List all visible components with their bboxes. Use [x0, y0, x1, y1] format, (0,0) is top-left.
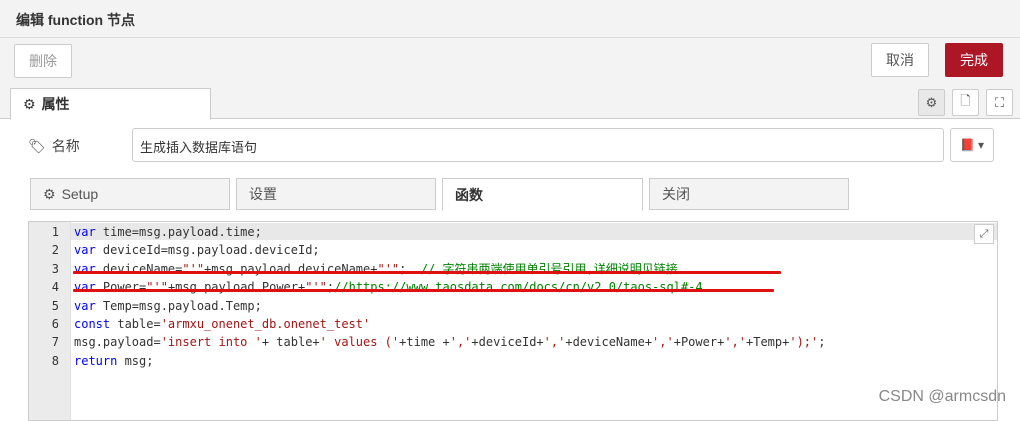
appearance-button[interactable]: ⛶ — [986, 89, 1013, 116]
tab-function[interactable]: 函数 — [442, 178, 643, 211]
annotation-underline-1 — [73, 271, 781, 274]
code-string: 'armxu_onenet_db.onenet_test' — [160, 317, 371, 331]
code-line: var deviceId=msg.payload.deviceId; — [74, 241, 320, 259]
code-line: msg.payload='insert into '+ table+' valu… — [74, 333, 826, 351]
code-line: var Temp=msg.payload.Temp; — [74, 297, 262, 315]
gear-icon: ⚙ — [23, 95, 36, 112]
code-string: ' values (' — [319, 335, 400, 350]
tag-icon: 🏷 — [28, 137, 46, 154]
line-number: 1 — [51, 225, 59, 239]
code-string: ');' — [789, 335, 819, 350]
tab-properties-label: 属性 — [41, 96, 70, 112]
expand-editor-button[interactable]: ⤢ — [974, 224, 994, 244]
frame-icon: ⛶ — [994, 94, 1005, 110]
settings-gear-button[interactable]: ⚙ — [918, 89, 945, 116]
line-number: 6 — [51, 317, 59, 331]
tab-bar: ⚙ 属性 ⚙ 🗋 ⛶ — [0, 86, 1020, 120]
code-text: +time + — [399, 335, 450, 350]
code-text: Temp=msg.payload.Temp; — [95, 298, 262, 313]
dialog-toolbar: 删除 取消 完成 — [0, 38, 1020, 86]
code-text: +msg.payload.Power+ — [167, 280, 306, 295]
done-button[interactable]: 完成 — [945, 43, 1003, 77]
code-string: ',' — [543, 335, 566, 350]
code-text: msg; — [117, 353, 154, 368]
code-string: "'" — [146, 280, 168, 295]
name-label: 🏷 名称 — [28, 137, 80, 155]
code-keyword: var — [74, 280, 96, 295]
function-subtabs: ⚙ Setup 设置 函数 关闭 — [30, 178, 990, 211]
name-row: 🏷 名称 生成插入数据库语句 📕 ▾ — [0, 128, 1020, 164]
code-string: "'" — [305, 280, 327, 295]
code-editor[interactable]: var time=msg.payload.time; var deviceId=m… — [28, 221, 998, 421]
code-line: var time=msg.payload.time; — [74, 223, 262, 241]
code-string: ',' — [724, 335, 746, 350]
line-number: 7 — [51, 335, 59, 350]
code-text: table= — [110, 317, 161, 331]
watermark: CSDN @armcsdn — [878, 388, 1006, 405]
gear-icon: ⚙ — [43, 185, 56, 202]
description-button[interactable]: 🗋 — [952, 89, 979, 116]
code-text: Power= — [95, 280, 147, 295]
code-keyword: var — [74, 298, 96, 313]
code-keyword: const — [74, 317, 111, 331]
book-icon: 📕 — [960, 138, 975, 152]
name-input[interactable]: 生成插入数据库语句 — [132, 128, 944, 162]
line-number: 2 — [51, 243, 59, 258]
code-line: return msg; — [74, 352, 153, 370]
dialog-title: 编辑 function 节点 — [0, 0, 1020, 38]
expand-icon: ⤢ — [979, 227, 989, 240]
delete-button[interactable]: 删除 — [14, 44, 72, 78]
code-text: + table+ — [261, 335, 320, 350]
code-string: 'insert into ' — [160, 335, 262, 350]
code-line: var Power="'"+msg.payload.Power+"'";//ht… — [74, 278, 703, 296]
line-number: 4 — [51, 280, 59, 295]
code-text: deviceId=msg.payload.deviceId; — [95, 243, 320, 258]
code-keyword: return — [74, 353, 118, 368]
annotation-underline-2 — [73, 289, 774, 292]
code-text: msg.payload= — [74, 335, 161, 350]
code-string: ',' — [652, 335, 674, 350]
code-keyword: var — [74, 225, 96, 239]
code-keyword: var — [74, 243, 96, 258]
code-text: +Temp+ — [746, 335, 790, 350]
caret-down-icon: ▾ — [977, 138, 984, 152]
line-number: 5 — [51, 298, 59, 313]
code-text: time=msg.payload.time; — [95, 225, 262, 239]
code-text: +Power+ — [673, 335, 725, 350]
tab-close[interactable]: 关闭 — [649, 178, 849, 210]
tab-init[interactable]: 设置 — [236, 178, 436, 210]
code-text: +deviceName+ — [565, 335, 653, 350]
code-text: +deviceId+ — [471, 335, 544, 350]
line-number: 8 — [51, 353, 59, 368]
code-line: var deviceName="'"+msg.payload.deviceNam… — [74, 260, 678, 278]
code-line: const table='armxu_onenet_db.onenet_test… — [74, 315, 370, 333]
line-number: 3 — [51, 261, 59, 276]
code-comment: //https://www.taosdata.com/docs/cn/v2.0/… — [334, 280, 703, 295]
library-button[interactable]: 📕 ▾ — [950, 128, 994, 162]
document-icon: 🗋 — [960, 92, 971, 108]
gear-icon: ⚙ — [925, 94, 938, 110]
tab-properties[interactable]: ⚙ 属性 — [10, 88, 211, 120]
code-text: ; — [818, 335, 826, 350]
tab-setup[interactable]: ⚙ Setup — [30, 178, 230, 210]
cancel-button[interactable]: 取消 — [871, 43, 929, 77]
code-string: ',' — [449, 335, 472, 350]
